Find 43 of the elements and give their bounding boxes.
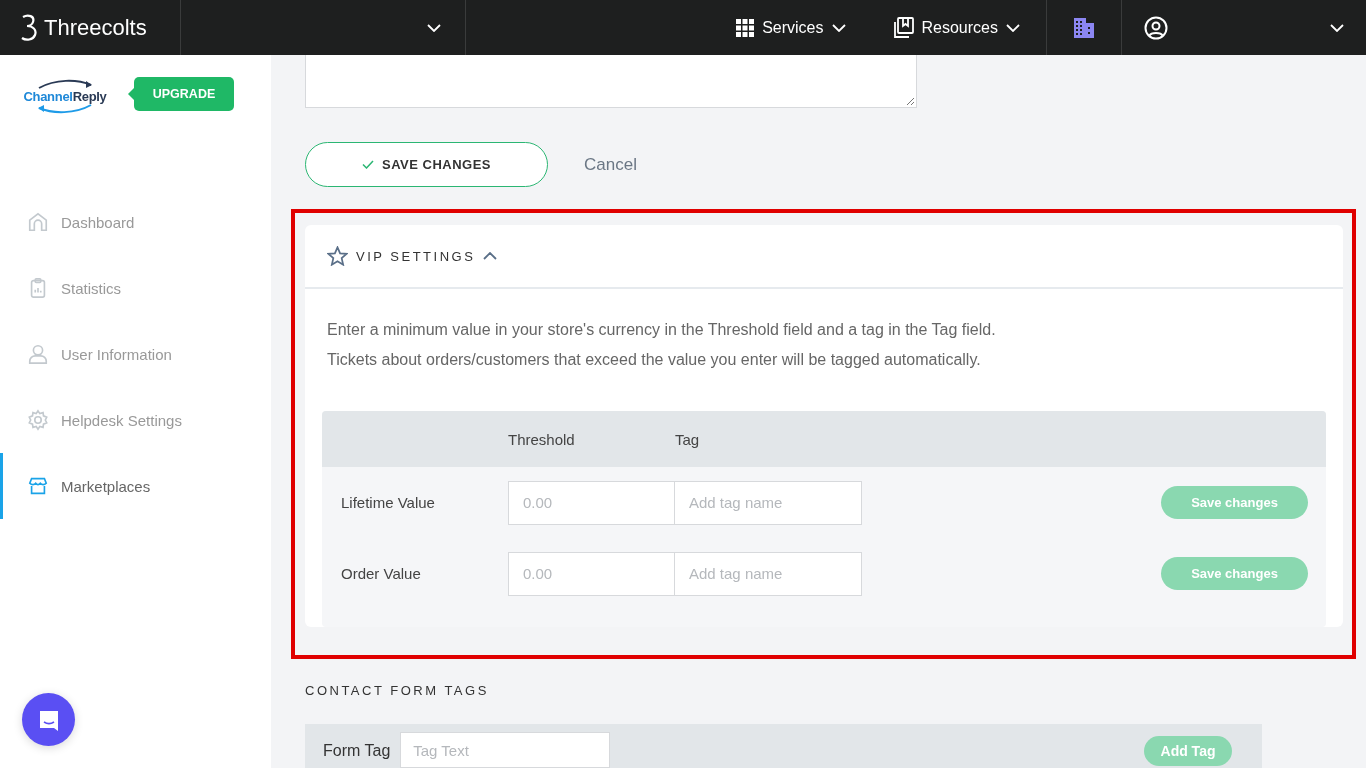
home-icon (27, 211, 49, 233)
row-label: Lifetime Value (340, 494, 436, 511)
settings-icon (27, 409, 49, 431)
pointer-icon (128, 88, 134, 100)
chevron-down-icon (427, 23, 441, 32)
sidebar-item[interactable]: Marketplaces (0, 453, 271, 519)
building-icon[interactable] (1073, 16, 1095, 39)
section-title: CONTACT FORM TAGS (305, 683, 490, 698)
sidebar-item[interactable]: Dashboard (0, 189, 271, 255)
cancel-link[interactable]: Cancel (584, 154, 637, 175)
chevron-down-icon (831, 23, 846, 32)
chevron-down-icon (1006, 23, 1020, 32)
user-icon (27, 343, 49, 365)
nav-menu-button[interactable]: Resources (891, 16, 1020, 39)
user-circle-icon (1144, 15, 1168, 40)
save-changes-button[interactable]: SAVE CHANGES (305, 142, 548, 187)
star-icon (327, 246, 348, 266)
check-icon (361, 160, 374, 169)
section-title: VIP SETTINGS (356, 248, 476, 264)
resize-handle-icon (906, 97, 914, 105)
sidebar-item[interactable]: Helpdesk Settings (0, 387, 271, 453)
bookmark-book-icon (891, 16, 914, 39)
vip-settings-header[interactable]: VIP SETTINGS (305, 225, 1343, 289)
brand-name: Threecolts (44, 14, 147, 41)
chevron-down-icon (1330, 23, 1344, 32)
column-header: Threshold (508, 430, 576, 448)
sidebar-item[interactable]: User Information (0, 321, 271, 387)
form-tag-label: Form Tag (323, 742, 391, 760)
channelreply-logo: ChannelReply (23, 89, 107, 104)
description-text: Tickets about orders/customers that exceed the value you enter will be tagged automatically. (327, 351, 982, 369)
grid-icon (736, 18, 755, 37)
add-tag-button[interactable]: Add Tag (1144, 736, 1232, 766)
logo-icon (20, 13, 38, 42)
row-label: Order Value (340, 565, 422, 582)
nav-menu-button[interactable]: Services (736, 18, 846, 37)
store-icon (27, 475, 49, 497)
tag-text-field[interactable]: Tag Text (400, 732, 611, 768)
description-text: Enter a minimum value in your store's currency in the Threshold field and a tag in the Tag field. (327, 321, 997, 339)
chevron-up-icon (483, 252, 498, 260)
upgrade-button[interactable]: UPGRADE (134, 77, 234, 111)
sidebar-item[interactable]: Statistics (0, 255, 271, 321)
column-header: Tag (675, 430, 701, 448)
chat-launcher[interactable] (22, 693, 75, 746)
